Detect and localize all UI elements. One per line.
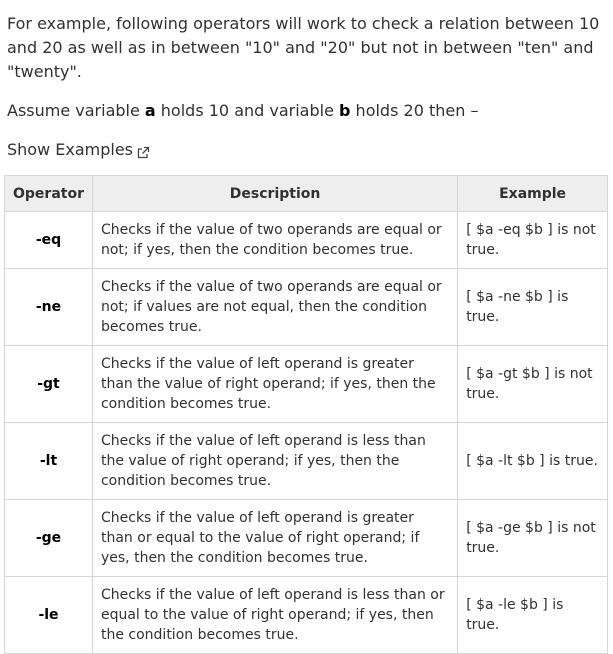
example-cell: [ $a -gt $b ] is not true. bbox=[457, 345, 608, 423]
article-content: For example, following operators will wo… bbox=[0, 0, 613, 654]
operator-cell: -lt bbox=[4, 422, 93, 500]
operator-cell: -gt bbox=[4, 345, 93, 423]
example-cell: [ $a -lt $b ] is true. bbox=[457, 422, 608, 500]
example-cell: [ $a -le $b ] is true. bbox=[457, 576, 608, 654]
description-cell: Checks if the value of left operand is g… bbox=[91, 499, 459, 577]
assume-paragraph: Assume variable a holds 10 and variable … bbox=[7, 84, 606, 123]
header-description: Description bbox=[91, 175, 459, 212]
table-row: -ge Checks if the value of left operand … bbox=[4, 499, 608, 577]
assume-suffix: holds 20 then – bbox=[350, 101, 479, 120]
table-row: -lt Checks if the value of left operand … bbox=[4, 422, 608, 500]
table-header-row: Operator Description Example bbox=[4, 175, 608, 212]
table-row: -gt Checks if the value of left operand … bbox=[4, 345, 608, 423]
assume-prefix: Assume variable bbox=[7, 101, 145, 120]
external-link-icon bbox=[136, 143, 150, 159]
header-operator: Operator bbox=[4, 175, 93, 212]
table-row: -eq Checks if the value of two operands … bbox=[4, 211, 608, 269]
table-row: -le Checks if the value of left operand … bbox=[4, 576, 608, 654]
example-cell: [ $a -eq $b ] is not true. bbox=[457, 211, 608, 269]
example-cell: [ $a -ne $b ] is true. bbox=[457, 268, 608, 346]
operator-cell: -ge bbox=[4, 499, 93, 577]
show-examples-link[interactable]: Show Examples bbox=[7, 138, 150, 162]
description-cell: Checks if the value of two operands are … bbox=[91, 268, 459, 346]
show-examples-label: Show Examples bbox=[7, 140, 134, 159]
variable-a: a bbox=[144, 101, 156, 120]
operator-cell: -le bbox=[4, 576, 93, 654]
description-cell: Checks if the value of left operand is l… bbox=[91, 422, 459, 500]
description-cell: Checks if the value of left operand is l… bbox=[91, 576, 459, 654]
intro-paragraph: For example, following operators will wo… bbox=[7, 14, 600, 81]
operators-table: Operator Description Example -eq Checks … bbox=[4, 175, 608, 654]
example-cell: [ $a -ge $b ] is not true. bbox=[457, 499, 608, 577]
operator-cell: -eq bbox=[4, 211, 93, 269]
header-example: Example bbox=[457, 175, 608, 212]
description-cell: Checks if the value of left operand is g… bbox=[91, 345, 459, 423]
table-row: -ne Checks if the value of two operands … bbox=[4, 268, 608, 346]
variable-b: b bbox=[339, 101, 351, 120]
operator-cell: -ne bbox=[4, 268, 93, 346]
description-cell: Checks if the value of two operands are … bbox=[91, 211, 459, 269]
assume-middle: holds 10 and variable bbox=[155, 101, 340, 120]
